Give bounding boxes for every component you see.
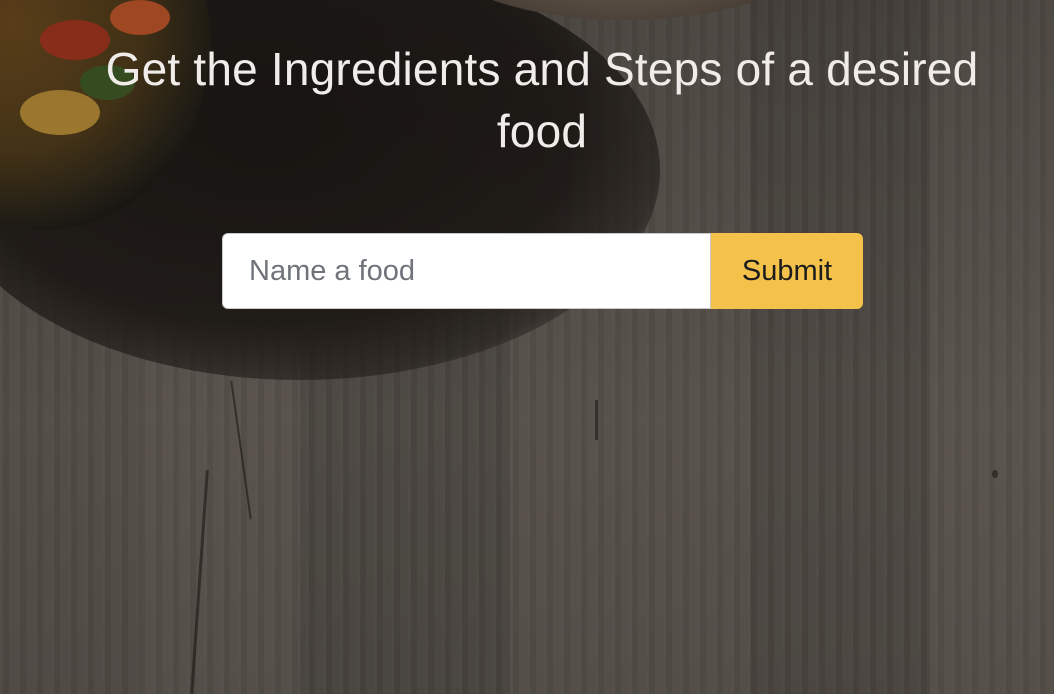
page-title: Get the Ingredients and Steps of a desir…	[105, 43, 979, 157]
submit-button[interactable]: Submit	[711, 233, 863, 309]
page-background: Get the Ingredients and Steps of a desir…	[0, 0, 1054, 694]
food-search-input[interactable]	[222, 233, 711, 309]
hero-section: Get the Ingredients and Steps of a desir…	[0, 0, 1054, 694]
search-form: Submit	[222, 233, 863, 309]
